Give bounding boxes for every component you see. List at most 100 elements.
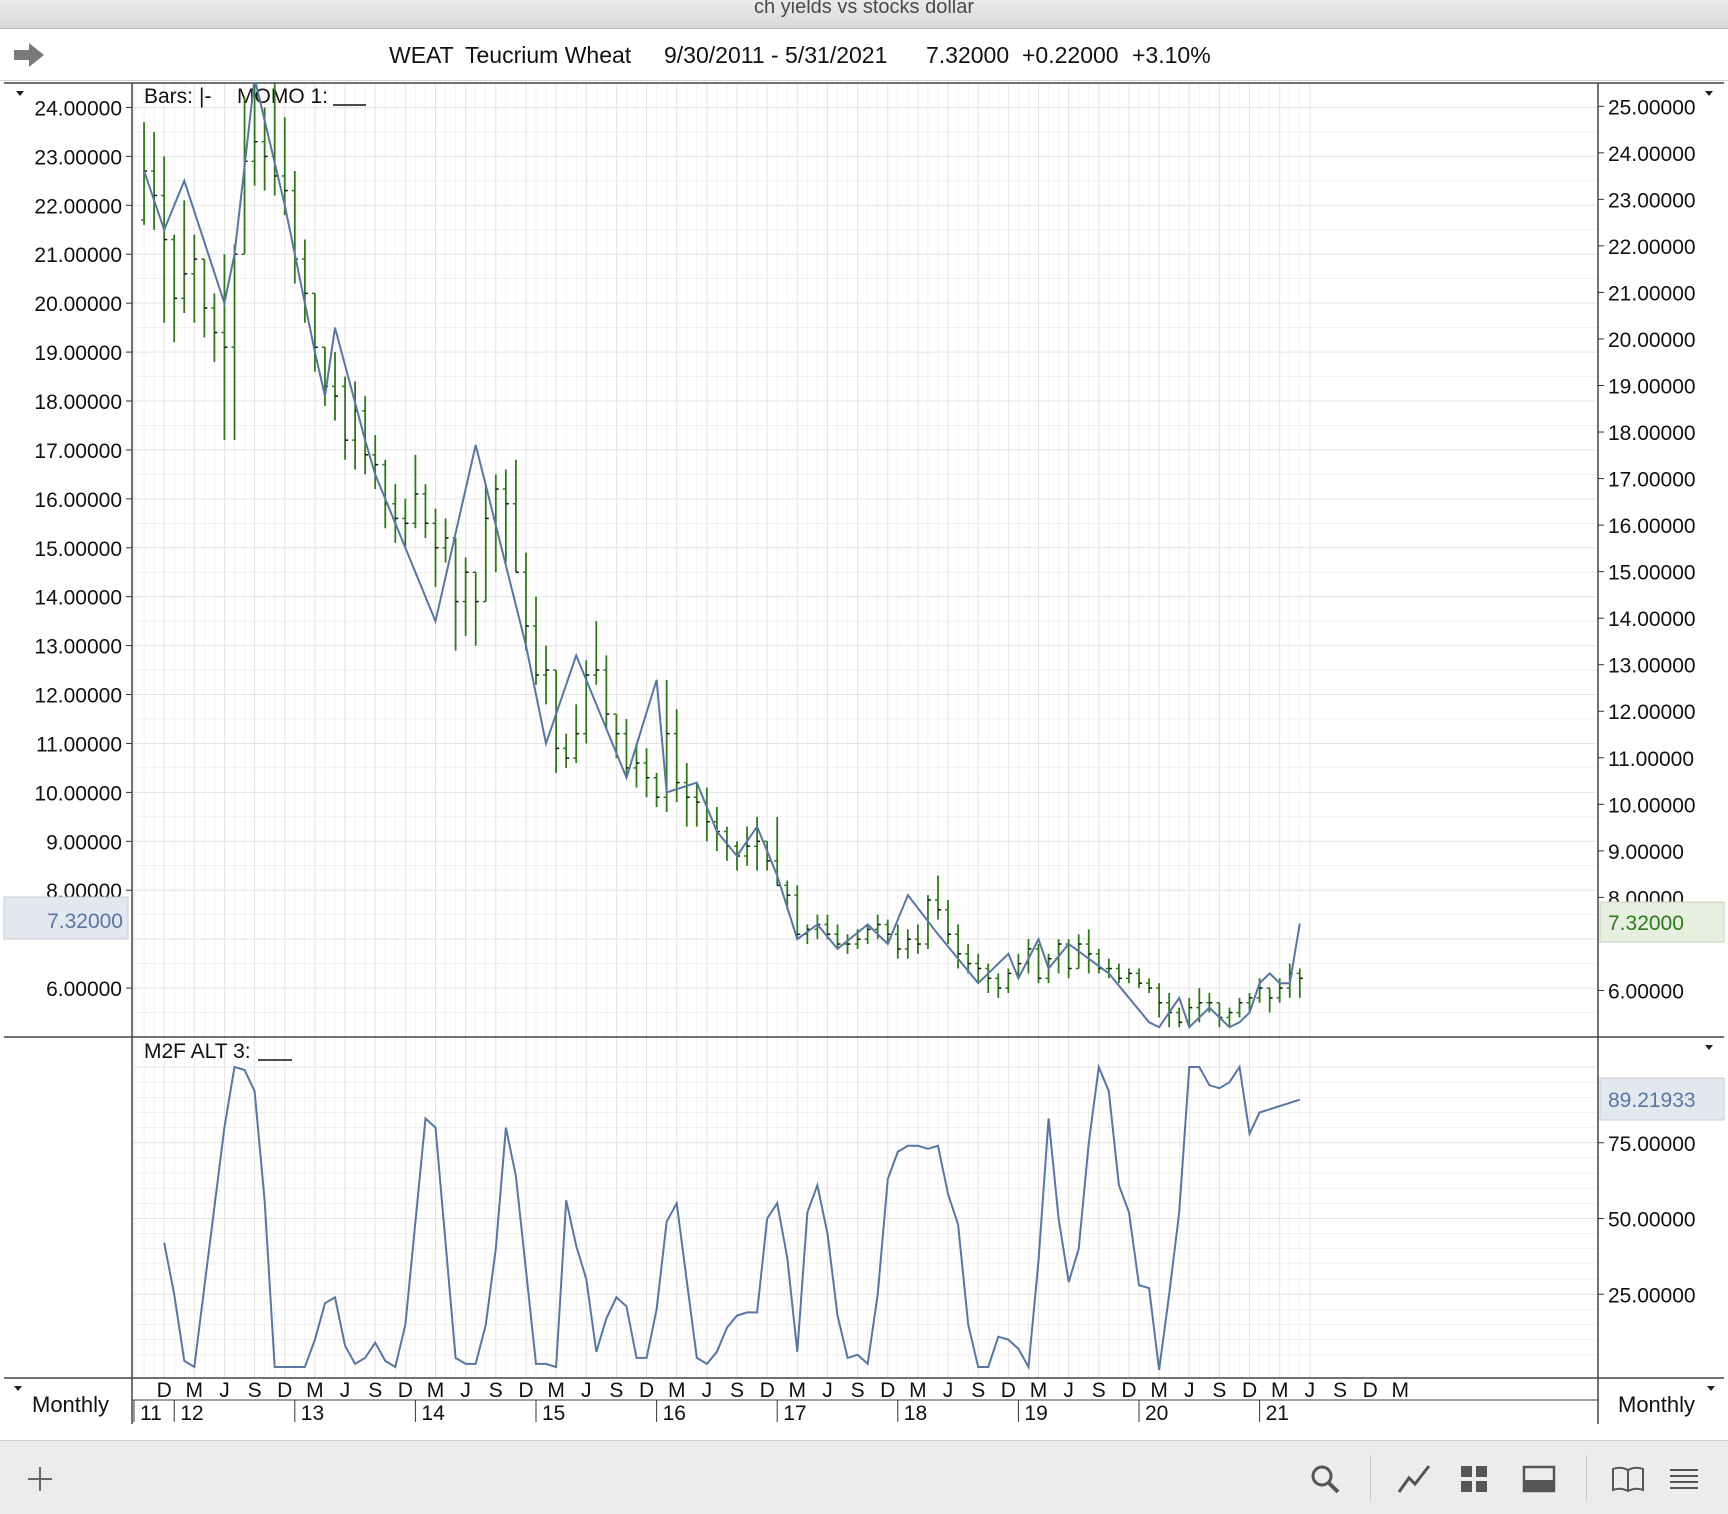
book-icon[interactable] — [1610, 1461, 1646, 1497]
last-price-badge-right: 7.32000 — [1599, 901, 1725, 943]
month-tick-label: S — [1333, 1379, 1347, 1402]
left-tick-label: 24.00000 — [34, 97, 122, 120]
left-tick-label: 12.00000 — [34, 685, 122, 708]
toolbar-divider — [1370, 1455, 1371, 1501]
month-tick-label: S — [248, 1379, 262, 1402]
panel-icon[interactable] — [1521, 1461, 1557, 1497]
month-tick-label: D — [880, 1379, 895, 1402]
month-tick-label: M — [668, 1379, 686, 1402]
right-tick-label: 22.00000 — [1608, 236, 1696, 259]
interval-right[interactable]: Monthly — [1618, 1392, 1695, 1417]
toolbar-divider — [1586, 1455, 1587, 1501]
year-tick-label: 13 — [301, 1402, 324, 1425]
month-tick-label: D — [1242, 1379, 1257, 1402]
month-tick-label: S — [489, 1379, 503, 1402]
year-tick-label: 11 — [140, 1402, 162, 1425]
left-tick-label: 23.00000 — [34, 146, 122, 169]
indicator-last-label: 89.21933 — [1608, 1089, 1696, 1112]
month-tick-label: M — [789, 1379, 807, 1402]
month-tick-label: D — [1363, 1379, 1378, 1402]
indicator-tick-label: 75.00000 — [1608, 1133, 1696, 1156]
price-change: +0.22000 — [1022, 42, 1119, 68]
month-tick-label: M — [547, 1379, 565, 1402]
month-tick-label: J — [1305, 1379, 1316, 1402]
right-tick-label: 14.00000 — [1608, 608, 1696, 631]
search-icon[interactable] — [1307, 1461, 1343, 1497]
month-tick-label: S — [1092, 1379, 1106, 1402]
right-tick-label: 23.00000 — [1608, 189, 1696, 212]
right-tick-label: 11.00000 — [1608, 748, 1694, 771]
left-tick-label: 14.00000 — [34, 587, 122, 610]
menu-icon[interactable] — [1666, 1461, 1702, 1497]
month-tick-label: J — [581, 1379, 592, 1402]
month-tick-label: M — [909, 1379, 927, 1402]
left-tick-label: 17.00000 — [34, 440, 122, 463]
chart-window: ch yields vs stocks dollar WEAT Teucrium… — [0, 0, 1728, 1514]
month-tick-label: D — [639, 1379, 654, 1402]
month-tick-label: D — [1121, 1379, 1136, 1402]
year-tick-label: 20 — [1145, 1402, 1168, 1425]
symbol-header: WEAT Teucrium Wheat 9/30/2011 - 5/31/202… — [0, 30, 1728, 81]
right-tick-label: 24.00000 — [1608, 143, 1696, 166]
month-tick-label: M — [427, 1379, 445, 1402]
right-tick-label: 10.00000 — [1608, 794, 1696, 817]
right-tick-label: 16.00000 — [1608, 515, 1696, 538]
month-tick-label: J — [822, 1379, 833, 1402]
right-tick-label: 6.00000 — [1608, 980, 1684, 1003]
month-tick-label: M — [1030, 1379, 1048, 1402]
month-tick-label: D — [277, 1379, 292, 1402]
month-tick-label: M — [186, 1379, 204, 1402]
m2f-indicator-label: M2F ALT 3: — [144, 1040, 251, 1063]
bottom-toolbar — [0, 1440, 1728, 1514]
date-range: 9/30/2011 - 5/31/2021 — [664, 42, 888, 68]
interval-left[interactable]: Monthly — [32, 1392, 109, 1417]
indicator-last-badge: 89.21933 — [1599, 1077, 1725, 1121]
month-tick-label: M — [1392, 1379, 1410, 1402]
last-price-right-label: 7.32000 — [1608, 912, 1684, 935]
month-tick-label: J — [460, 1379, 471, 1402]
arrow-right-icon[interactable] — [12, 40, 46, 70]
right-tick-label: 12.00000 — [1608, 701, 1696, 724]
symbol-name: Teucrium Wheat — [465, 42, 632, 68]
month-tick-label: S — [730, 1379, 744, 1402]
line-chart-icon[interactable] — [1396, 1461, 1432, 1497]
month-tick-label: S — [609, 1379, 623, 1402]
month-tick-label: D — [1001, 1379, 1016, 1402]
left-tick-label: 19.00000 — [34, 342, 122, 365]
right-tick-label: 9.00000 — [1608, 841, 1684, 864]
plus-icon[interactable] — [22, 1461, 58, 1497]
right-tick-label: 21.00000 — [1608, 282, 1696, 305]
year-tick-label: 16 — [663, 1402, 686, 1425]
left-tick-label: 15.00000 — [34, 538, 122, 561]
month-tick-label: J — [340, 1379, 351, 1402]
month-tick-label: D — [760, 1379, 775, 1402]
bars-style-glyph[interactable]: |- — [199, 85, 211, 108]
grid-icon[interactable] — [1456, 1461, 1492, 1497]
month-tick-label: S — [1212, 1379, 1226, 1402]
month-tick-label: J — [1184, 1379, 1195, 1402]
month-tick-label: S — [368, 1379, 382, 1402]
right-tick-label: 20.00000 — [1608, 329, 1696, 352]
last-price-left-label: 7.32000 — [47, 910, 123, 933]
last-price-badge-left: 7.32000 — [3, 896, 129, 940]
right-tick-label: 13.00000 — [1608, 655, 1696, 678]
month-tick-label: S — [971, 1379, 985, 1402]
left-tick-label: 11.00000 — [36, 733, 122, 756]
year-tick-label: 12 — [180, 1402, 203, 1425]
month-tick-label: J — [1063, 1379, 1074, 1402]
year-tick-label: 17 — [783, 1402, 806, 1425]
month-tick-label: S — [851, 1379, 865, 1402]
bars-label: Bars: — [144, 85, 193, 108]
left-tick-label: 13.00000 — [34, 636, 122, 659]
year-tick-label: 14 — [421, 1402, 445, 1425]
left-tick-label: 20.00000 — [34, 293, 122, 316]
symbol-ticker: WEAT — [389, 42, 454, 68]
month-tick-label: M — [306, 1379, 324, 1402]
chart-area[interactable]: Bars: |- MOMO 1: 24.0000023.0000022.0000… — [0, 82, 1728, 1440]
year-tick-label: 18 — [904, 1402, 927, 1425]
month-tick-label: D — [398, 1379, 413, 1402]
last-price: 7.32000 — [926, 42, 1010, 68]
title-bar: ch yields vs stocks dollar — [0, 0, 1728, 29]
month-tick-label: J — [702, 1379, 713, 1402]
left-tick-label: 6.00000 — [46, 978, 122, 1001]
